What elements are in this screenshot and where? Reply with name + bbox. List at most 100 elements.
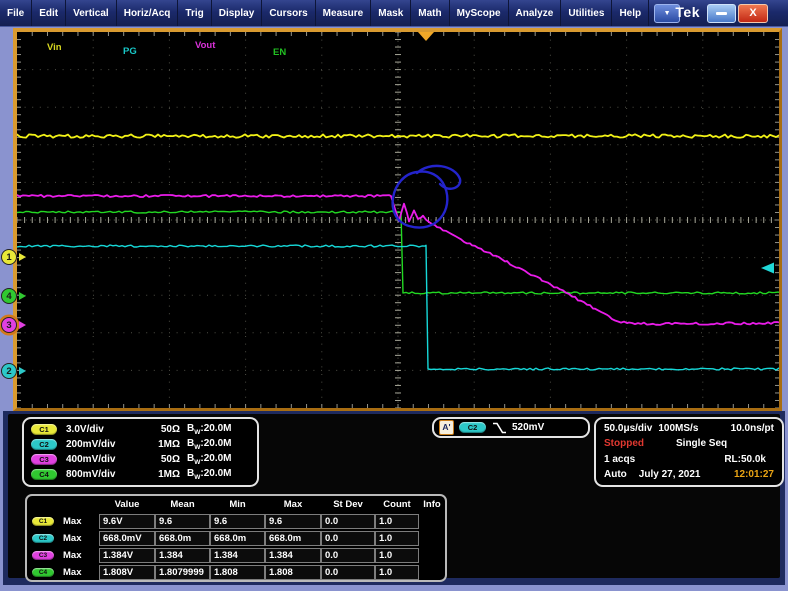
trigger-source-badge: C2 xyxy=(459,422,486,433)
waveform-label-vout: Vout xyxy=(195,40,216,51)
channel-scale: 800mV/div xyxy=(66,469,144,480)
waveform-label-pg: PG xyxy=(123,46,137,57)
menu-item-trig[interactable]: Trig xyxy=(178,0,211,26)
channel-impedance: 50Ω xyxy=(144,424,180,435)
channel-bandwidth: BW:20.0M xyxy=(187,468,232,481)
channel-impedance: 1MΩ xyxy=(144,469,180,480)
menu-item-display[interactable]: Display xyxy=(212,0,263,26)
meas-header-st-dev: St Dev xyxy=(321,499,375,510)
meas-cell-c3-value: 1.384V xyxy=(99,548,155,563)
trace-pg xyxy=(17,245,779,370)
tek-logo: Tek xyxy=(675,4,700,20)
channel-badge: C4 xyxy=(32,568,54,577)
meas-row-c4: C4Max xyxy=(32,567,81,578)
meas-row-c2: C2Max xyxy=(32,533,81,544)
channel-marker-arrow-4 xyxy=(19,292,26,300)
channel-row-c3[interactable]: C3400mV/div50ΩBW:20.0M xyxy=(31,453,250,467)
meas-cell-c3-count: 1.0 xyxy=(375,548,419,563)
meas-header-count: Count xyxy=(375,499,419,510)
channel-marker-4[interactable]: 4 xyxy=(1,288,17,304)
meas-header-value: Value xyxy=(99,499,155,510)
meas-cell-c2-value: 668.0mV xyxy=(99,531,155,546)
meas-header-max: Max xyxy=(265,499,321,510)
menu-item-file[interactable]: File xyxy=(0,0,32,26)
channel-impedance: 50Ω xyxy=(144,454,180,465)
run-status: Stopped xyxy=(604,438,644,450)
menu-item-analyze[interactable]: Analyze xyxy=(509,0,562,26)
menu-item-edit[interactable]: Edit xyxy=(32,0,66,26)
meas-cell-c3-min: 1.384 xyxy=(210,548,265,563)
meas-row-c1: C1Max xyxy=(32,516,81,527)
channel-badge: C1 xyxy=(31,424,57,435)
channel-marker-2[interactable]: 2 xyxy=(1,363,17,379)
channel-marker-arrow-1 xyxy=(19,253,26,261)
channel-badge: C2 xyxy=(31,439,57,450)
waveform-label-vin: Vin xyxy=(47,42,62,53)
menu-item-horiz-acq[interactable]: Horiz/Acq xyxy=(117,0,179,26)
channel-badge: C2 xyxy=(32,534,54,543)
chevron-down-icon: ▼ xyxy=(664,10,671,17)
close-icon: X xyxy=(749,8,756,19)
sample-rate: 100MS/s xyxy=(658,423,698,435)
menu-item-measure[interactable]: Measure xyxy=(316,0,372,26)
acq-mode: Single Seq xyxy=(676,438,727,450)
measurement-table[interactable]: ValueMeanMinMaxSt DevCountInfoC1Max9.6V9… xyxy=(25,494,447,582)
trigger-mode: Auto xyxy=(604,469,627,481)
menu-item-math[interactable]: Math xyxy=(411,0,449,26)
meas-cell-c1-min: 9.6 xyxy=(210,514,265,529)
channel-row-c4[interactable]: C4800mV/div1MΩBW:20.0M xyxy=(31,468,250,482)
channel-marker-3[interactable]: 3 xyxy=(1,317,17,333)
close-button[interactable]: X xyxy=(738,4,768,23)
channel-row-c1[interactable]: C13.0V/div50ΩBW:20.0M xyxy=(31,422,250,436)
meas-cell-c2-mean: 668.0m xyxy=(155,531,210,546)
channel-marker-arrow-3 xyxy=(19,321,26,329)
meas-cell-c2-max: 668.0m xyxy=(265,531,321,546)
acq-count: 1 acqs xyxy=(604,454,635,466)
menu-item-myscope[interactable]: MyScope xyxy=(450,0,509,26)
falling-edge-icon xyxy=(492,422,507,434)
channel-bandwidth: BW:20.0M xyxy=(187,438,232,451)
acquisition-readout-box[interactable]: 50.0μs/div 100MS/s 10.0ns/pt Stopped Sin… xyxy=(594,417,784,487)
meas-cell-c1-stdev: 0.0 xyxy=(321,514,375,529)
meas-cell-c4-stdev: 0.0 xyxy=(321,565,375,580)
waveform-display[interactable]: Vin PG Vout EN xyxy=(13,28,782,411)
channel-row-c2[interactable]: C2200mV/div1MΩBW:20.0M xyxy=(31,437,250,451)
measurement-name: Max xyxy=(63,550,81,561)
record-length: RL:50.0k xyxy=(724,454,766,466)
channel-settings-box[interactable]: C13.0V/div50ΩBW:20.0MC2200mV/div1MΩBW:20… xyxy=(22,417,259,487)
channel-bandwidth: BW:20.0M xyxy=(187,453,232,466)
meas-cell-c1-value: 9.6V xyxy=(99,514,155,529)
meas-cell-c2-min: 668.0m xyxy=(210,531,265,546)
minimize-icon xyxy=(716,12,727,15)
waveform-label-en: EN xyxy=(273,47,286,58)
menu-item-help[interactable]: Help xyxy=(612,0,649,26)
channel-scale: 400mV/div xyxy=(66,454,144,465)
trigger-level: 520mV xyxy=(512,422,544,433)
meas-cell-c1-count: 1.0 xyxy=(375,514,419,529)
menu-item-mask[interactable]: Mask xyxy=(371,0,411,26)
channel-marker-1[interactable]: 1 xyxy=(1,249,17,265)
meas-cell-c1-max: 9.6 xyxy=(265,514,321,529)
meas-cell-c4-max: 1.808 xyxy=(265,565,321,580)
trigger-readout-box[interactable]: A' C2 520mV xyxy=(432,417,590,438)
channel-badge: C1 xyxy=(32,517,54,526)
waveform-svg: Vin PG Vout EN xyxy=(17,32,779,408)
meas-header-info: Info xyxy=(419,499,445,510)
meas-cell-c4-min: 1.808 xyxy=(210,565,265,580)
channel-bandwidth: BW:20.0M xyxy=(187,423,232,436)
trigger-level-marker[interactable] xyxy=(761,263,774,274)
menu-item-cursors[interactable]: Cursors xyxy=(262,0,315,26)
trigger-a-badge: A' xyxy=(439,420,454,435)
meas-cell-c4-value: 1.808V xyxy=(99,565,155,580)
channel-badge: C3 xyxy=(32,551,54,560)
channel-scale: 200mV/div xyxy=(66,439,144,450)
trigger-position-marker[interactable] xyxy=(418,32,434,41)
meas-header-mean: Mean xyxy=(155,499,210,510)
minimize-button[interactable] xyxy=(707,4,736,23)
menu-item-utilities[interactable]: Utilities xyxy=(561,0,612,26)
meas-cell-c1-mean: 9.6 xyxy=(155,514,210,529)
menu-item-vertical[interactable]: Vertical xyxy=(66,0,117,26)
meas-row-c3: C3 Max xyxy=(32,550,81,561)
menu-items: FileEditVerticalHoriz/AcqTrigDisplayCurs… xyxy=(0,0,649,26)
meas-cell-c3-max: 1.384 xyxy=(265,548,321,563)
